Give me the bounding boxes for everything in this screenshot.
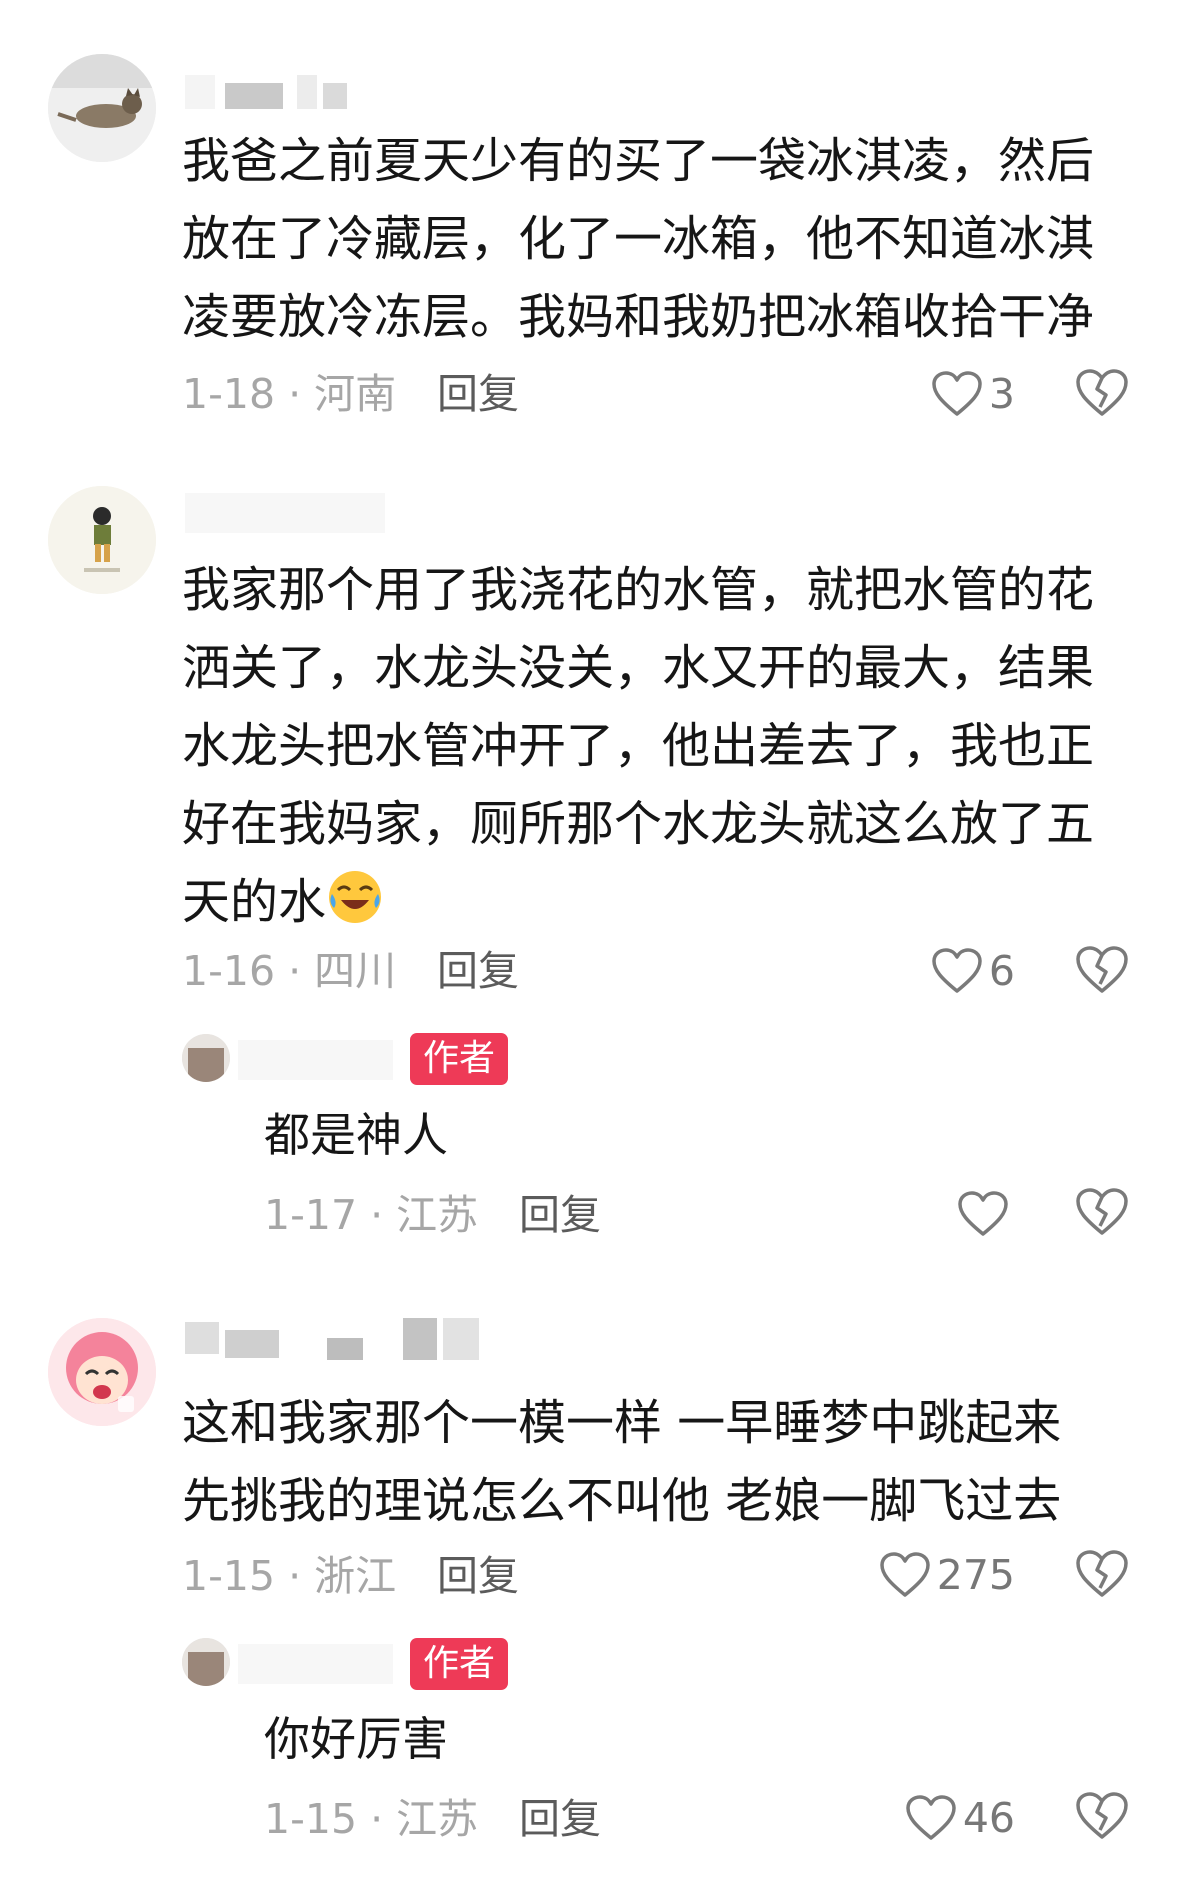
broken-heart-icon bbox=[1076, 1550, 1128, 1597]
reply-button[interactable]: 回复 bbox=[519, 1190, 601, 1240]
reply-button[interactable]: 回复 bbox=[437, 1551, 519, 1601]
comment-text-line: 凌要放冷冻层。我妈和我奶把冰箱收拾干净 bbox=[182, 289, 1095, 345]
reply-button[interactable]: 回复 bbox=[437, 946, 519, 996]
like-button[interactable] bbox=[955, 1186, 1015, 1242]
reply-date-location: 1-17 · 江苏 bbox=[264, 1191, 479, 1239]
username-blurred[interactable] bbox=[185, 493, 385, 533]
comment-text-line: 洒关了，水龙头没关，水又开的最大，结果 bbox=[182, 640, 1095, 696]
broken-heart-icon bbox=[1076, 369, 1128, 416]
author-badge: 作者 bbox=[410, 1033, 508, 1085]
like-button[interactable]: 46 bbox=[885, 1790, 1015, 1846]
dislike-button[interactable] bbox=[1074, 1548, 1130, 1604]
comment-date-location: 1-16 · 四川 bbox=[182, 947, 397, 995]
comment-text-line: 我爸之前夏天少有的买了一袋冰淇凌，然后 bbox=[182, 133, 1095, 189]
broken-heart-icon bbox=[1076, 1188, 1128, 1235]
dislike-button[interactable] bbox=[1074, 1790, 1130, 1846]
author-avatar[interactable] bbox=[182, 1034, 230, 1082]
broken-heart-icon bbox=[1076, 946, 1128, 993]
comment-text-line: 好在我妈家，厕所那个水龙头就这么放了五 bbox=[182, 796, 1095, 852]
heart-outline-icon bbox=[906, 1795, 956, 1840]
reply-button[interactable]: 回复 bbox=[437, 369, 519, 419]
like-count: 6 bbox=[988, 947, 1015, 995]
avatar-cat[interactable] bbox=[48, 54, 156, 162]
like-count: 275 bbox=[936, 1551, 1015, 1599]
heart-outline-icon bbox=[879, 1552, 930, 1597]
username-blurred[interactable] bbox=[238, 1040, 393, 1080]
crying-laughing-emoji bbox=[329, 871, 382, 923]
username-blurred[interactable] bbox=[185, 1318, 515, 1360]
username-blurred[interactable] bbox=[238, 1644, 393, 1684]
like-button[interactable]: 6 bbox=[920, 943, 1015, 999]
comment-text-line: 水龙头把水管冲开了，他出差去了，我也正 bbox=[182, 718, 1095, 774]
like-button[interactable]: 275 bbox=[865, 1547, 1015, 1603]
comment-text-line-with-emoji: 天的水 bbox=[182, 863, 1132, 941]
like-count: 3 bbox=[988, 370, 1015, 418]
comment-date-location: 1-15 · 浙江 bbox=[182, 1552, 397, 1600]
reply-date-location: 1-15 · 江苏 bbox=[264, 1795, 479, 1843]
reply-text: 都是神人 bbox=[264, 1108, 448, 1162]
username-blurred[interactable] bbox=[185, 75, 360, 109]
comment-text-line: 先挑我的理说怎么不叫他 老娘一脚飞过去 bbox=[182, 1473, 1062, 1529]
dislike-button[interactable] bbox=[1074, 1186, 1130, 1242]
comment-date-location: 1-18 · 河南 bbox=[182, 370, 397, 418]
reply-button[interactable]: 回复 bbox=[519, 1794, 601, 1844]
avatar-anime[interactable] bbox=[48, 1318, 156, 1426]
dislike-button[interactable] bbox=[1074, 944, 1130, 1000]
heart-outline-icon bbox=[932, 371, 982, 416]
dislike-button[interactable] bbox=[1074, 367, 1130, 423]
comment-text-line: 天的水 bbox=[182, 874, 327, 930]
reply-text: 你好厉害 bbox=[264, 1712, 448, 1766]
author-avatar[interactable] bbox=[182, 1638, 230, 1686]
heart-outline-icon bbox=[932, 948, 982, 993]
comment-text-line: 放在了冷藏层，化了一冰箱，他不知道冰淇 bbox=[182, 211, 1095, 267]
author-badge: 作者 bbox=[410, 1638, 508, 1690]
comment-text-line: 我家那个用了我浇花的水管，就把水管的花 bbox=[182, 562, 1095, 618]
broken-heart-icon bbox=[1076, 1792, 1128, 1839]
avatar-illustration[interactable] bbox=[48, 486, 156, 594]
heart-outline-icon bbox=[958, 1191, 1008, 1236]
like-button[interactable]: 3 bbox=[920, 366, 1015, 422]
like-count: 46 bbox=[962, 1794, 1015, 1842]
comment-text-line: 这和我家那个一模一样 一早睡梦中跳起来 bbox=[182, 1395, 1062, 1451]
